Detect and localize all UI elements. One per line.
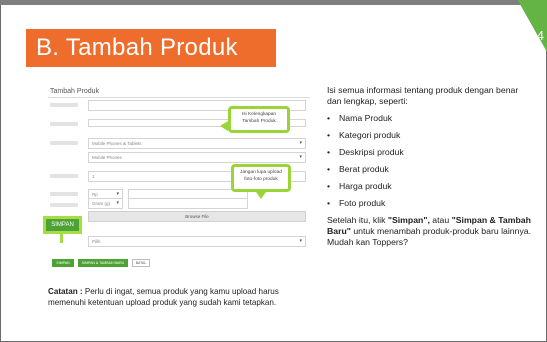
simpan-emphasis: "Simpan", (387, 215, 430, 225)
notes: Catatan : Perlu di ingat, semua produk y… (48, 286, 310, 308)
field-label (50, 141, 78, 145)
chevron-down-icon: ▾ (299, 154, 302, 160)
footer-text-3: untuk menambah produk-produk baru lainny… (327, 226, 532, 247)
category-2-value: Mobile Phones (92, 155, 122, 160)
simpan-highlight-button[interactable]: SIMPAN (43, 216, 82, 243)
field-label (50, 174, 78, 178)
list-item: Nama Produk (327, 113, 532, 124)
currency-value: Rp (92, 192, 98, 197)
divider (48, 97, 310, 98)
list-item: Foto produk (327, 198, 532, 209)
callout-upload-photos: Jangan lupa upload foto-foto produk (231, 164, 291, 199)
simpan-button[interactable]: SIMPAN (52, 259, 74, 267)
bottom-select-value: Pilih (92, 239, 101, 244)
slide-title: B. Tambah Produk (26, 29, 276, 67)
list-item: Deskripsi produk (327, 147, 532, 158)
chevron-down-icon: ▾ (299, 238, 302, 244)
form-title: Tambah Produk (50, 88, 100, 95)
field-label (50, 203, 78, 207)
instructions-panel: Isi semua informasi tentang produk denga… (327, 85, 532, 248)
weight-unit-select[interactable]: Gram (g) ▾ (88, 198, 123, 209)
weight-field[interactable] (128, 198, 248, 209)
add-product-screenshot: Tambah Produk Mobile Phones & Tablets ▾ M… (43, 84, 310, 276)
weight-unit-value: Gram (g) (92, 201, 110, 206)
category-select-2[interactable]: Mobile Phones ▾ (88, 152, 306, 163)
field-label (50, 103, 78, 107)
batal-button[interactable]: BATAL (132, 259, 150, 267)
instructions-intro: Isi semua informasi tentang produk denga… (327, 85, 519, 106)
list-item: Harga produk (327, 181, 532, 192)
instructions-footer: Setelah itu, klik "Simpan", atau "Simpan… (327, 215, 532, 248)
chevron-down-icon: ▾ (299, 140, 302, 146)
list-item: Kategori produk (327, 130, 532, 141)
field-label (50, 122, 78, 126)
quantity-value: 1 (92, 174, 95, 179)
browse-file-button[interactable]: Browse File (88, 211, 306, 222)
bottom-select[interactable]: Pilih ▾ (88, 236, 306, 247)
category-select-1[interactable]: Mobile Phones & Tablets ▾ (88, 138, 306, 149)
top-bar (0, 0, 547, 5)
simpan-tambah-baru-button[interactable]: SIMPAN & TAMBAH BARU (78, 259, 128, 267)
footer-text-2: atau (429, 215, 452, 225)
category-1-value: Mobile Phones & Tablets (92, 141, 142, 146)
footer-text-1: Setelah itu, klik (327, 215, 388, 225)
field-label (50, 192, 78, 196)
notes-text: Perlu di ingat, semua produk yang kamu u… (48, 287, 279, 307)
notes-label: Catatan : (48, 287, 83, 296)
info-list: Nama Produk Kategori produk Deskripsi pr… (327, 113, 532, 209)
list-item: Berat produk (327, 164, 532, 175)
callout-fill-details: Isi Kelengkapan Tambah Produk (220, 106, 290, 133)
chevron-down-icon: ▾ (116, 200, 119, 206)
